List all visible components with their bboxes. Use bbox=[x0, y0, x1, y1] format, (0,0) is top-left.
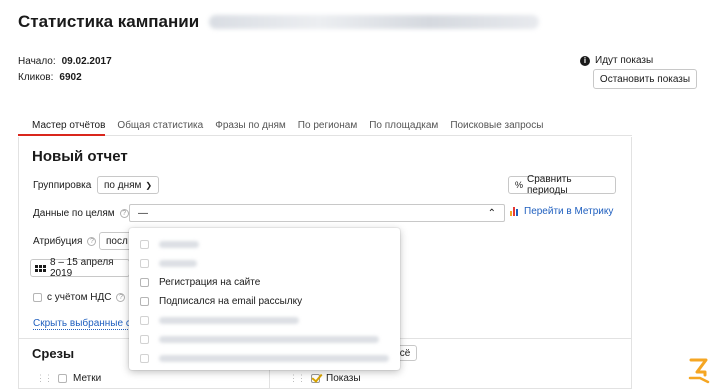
page-header: Статистика кампании bbox=[18, 12, 540, 32]
goal-label: Подписался на email рассылку bbox=[159, 296, 303, 307]
goals-select-value: — bbox=[138, 207, 148, 219]
goal-option[interactable] bbox=[129, 349, 400, 368]
goal-checkbox[interactable] bbox=[140, 335, 149, 344]
vat-toggle[interactable]: с учётом НДС ? bbox=[33, 292, 126, 303]
page-title: Статистика кампании bbox=[18, 12, 200, 31]
report-tabs: Мастер отчётов Общая статистика Фразы по… bbox=[18, 118, 632, 136]
goal-label-redacted bbox=[159, 317, 299, 324]
goal-label-redacted bbox=[159, 260, 197, 267]
goals-label-text: Данные по целям bbox=[33, 208, 115, 219]
impressions-text: Показы bbox=[326, 373, 361, 384]
date-range-value: 8 – 15 апреля 2019 bbox=[50, 257, 114, 279]
clicks-label: Кликов: bbox=[18, 72, 54, 83]
goals-select[interactable]: — ⌃ bbox=[129, 204, 505, 222]
tab-by-region[interactable]: По регионам bbox=[298, 118, 357, 136]
clicks-count: Кликов: 6902 bbox=[18, 72, 82, 83]
report-title: Новый отчет bbox=[32, 148, 128, 165]
start-value: 09.02.2017 bbox=[61, 56, 112, 67]
goals-label: Данные по целям? bbox=[33, 208, 129, 219]
drag-handle-icon[interactable]: ⋮⋮ bbox=[36, 373, 53, 384]
compare-periods-button[interactable]: % Сравнить периоды bbox=[508, 174, 616, 196]
grouping-select[interactable]: по дням ❯ bbox=[97, 176, 160, 194]
status-text: Идут показы bbox=[595, 55, 654, 66]
tab-general-stats[interactable]: Общая статистика bbox=[117, 118, 203, 136]
metrika-link[interactable]: Перейти в Метрику bbox=[510, 206, 613, 217]
clicks-value: 6902 bbox=[59, 72, 82, 83]
goal-checkbox[interactable] bbox=[140, 240, 149, 249]
metric-item-impressions[interactable]: ⋮⋮ Показы bbox=[289, 373, 361, 384]
goal-checkbox[interactable] bbox=[140, 297, 149, 306]
slice-item-labels[interactable]: ⋮⋮ Метки bbox=[36, 373, 101, 384]
labels-checkbox[interactable] bbox=[58, 374, 67, 383]
chevron-down-icon: ❯ bbox=[145, 180, 153, 190]
goal-label-redacted bbox=[159, 355, 389, 362]
goal-checkbox[interactable] bbox=[140, 259, 149, 268]
grouping-value: по дням bbox=[104, 179, 142, 191]
help-icon[interactable]: ? bbox=[87, 236, 97, 246]
info-icon: i bbox=[580, 55, 590, 66]
vat-checkbox[interactable] bbox=[33, 293, 42, 302]
chevron-up-icon: ⌃ bbox=[487, 207, 496, 219]
campaign-status: i Идут показы bbox=[580, 55, 653, 66]
percent-icon: % bbox=[515, 180, 524, 190]
goal-option[interactable]: Подписался на email рассылку bbox=[129, 292, 400, 311]
panel-border-right bbox=[631, 137, 632, 389]
goal-option[interactable] bbox=[129, 311, 400, 330]
start-date: Начало: 09.02.2017 bbox=[18, 56, 112, 67]
help-icon[interactable]: ? bbox=[116, 293, 126, 302]
tab-by-platform[interactable]: По площадкам bbox=[369, 118, 438, 136]
goal-label-redacted bbox=[159, 241, 199, 248]
tab-phrases-by-day[interactable]: Фразы по дням bbox=[215, 118, 286, 136]
slices-title: Срезы bbox=[32, 346, 75, 361]
vat-label: с учётом НДС bbox=[47, 292, 112, 303]
goal-checkbox[interactable] bbox=[140, 316, 149, 325]
stop-campaign-button[interactable]: Остановить показы bbox=[593, 69, 697, 89]
drag-handle-icon[interactable]: ⋮⋮ bbox=[289, 373, 306, 384]
hide-selected-link[interactable]: Скрыть выбранные ср bbox=[33, 318, 137, 330]
metrika-link-label: Перейти в Метрику bbox=[524, 206, 614, 217]
goal-checkbox[interactable] bbox=[140, 354, 149, 363]
date-range-picker[interactable]: 8 – 15 апреля 2019 bbox=[30, 257, 130, 279]
goal-option[interactable] bbox=[129, 330, 400, 349]
zenit-logo-icon bbox=[688, 358, 710, 384]
compare-periods-label: Сравнить периоды bbox=[527, 174, 572, 196]
goals-dropdown: Регистрация на сайте Подписался на email… bbox=[129, 228, 400, 370]
tab-report-wizard[interactable]: Мастер отчётов bbox=[18, 118, 106, 136]
attribution-label-text: Атрибуция bbox=[33, 236, 83, 247]
grouping-label: Группировка bbox=[33, 180, 92, 191]
labels-text: Метки bbox=[73, 373, 102, 384]
impressions-checkbox[interactable] bbox=[311, 374, 320, 383]
attribution-label: Атрибуция? bbox=[33, 236, 97, 247]
goal-checkbox[interactable] bbox=[140, 278, 149, 287]
goal-option[interactable] bbox=[129, 254, 400, 273]
goal-option[interactable]: Регистрация на сайте bbox=[129, 273, 400, 292]
goal-option[interactable] bbox=[129, 235, 400, 254]
start-label: Начало: bbox=[18, 56, 56, 67]
campaign-name-redacted bbox=[209, 15, 540, 29]
calendar-icon bbox=[35, 264, 46, 272]
metrika-icon bbox=[510, 207, 519, 216]
help-icon[interactable]: ? bbox=[119, 208, 129, 218]
tab-search-queries[interactable]: Поисковые запросы bbox=[450, 118, 543, 136]
goal-label-redacted bbox=[159, 336, 379, 343]
goal-label: Регистрация на сайте bbox=[159, 277, 261, 288]
attribution-value: посл bbox=[106, 235, 128, 247]
